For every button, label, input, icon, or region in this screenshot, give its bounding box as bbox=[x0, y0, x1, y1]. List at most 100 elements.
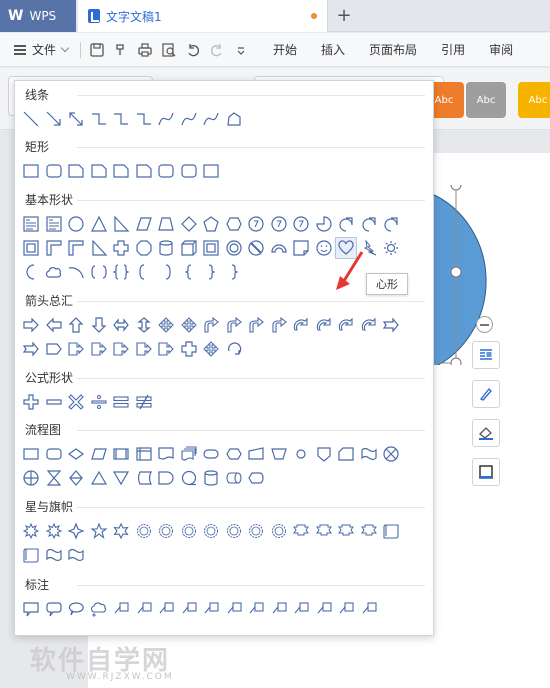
arrowUD-shape-icon[interactable] bbox=[134, 315, 154, 335]
arrowNotch-shape-icon[interactable] bbox=[381, 315, 401, 335]
fcDirect-shape-icon[interactable] bbox=[224, 468, 244, 488]
star5-shape-icon[interactable] bbox=[89, 521, 109, 541]
rbracket-shape-icon[interactable] bbox=[156, 262, 176, 282]
fcStored-shape-icon[interactable] bbox=[134, 468, 154, 488]
ribbon-shape-icon[interactable] bbox=[291, 521, 311, 541]
fcDecision-shape-icon[interactable] bbox=[66, 444, 86, 464]
callOval-shape-icon[interactable] bbox=[66, 599, 86, 619]
plus-shape-icon[interactable] bbox=[179, 339, 199, 359]
calloutArrow-shape-icon[interactable] bbox=[156, 339, 176, 359]
border-style-button[interactable] bbox=[472, 458, 500, 486]
lbrace-shape-icon[interactable] bbox=[179, 262, 199, 282]
can-shape-icon[interactable] bbox=[156, 238, 176, 258]
roundrect-shape-icon[interactable] bbox=[179, 161, 199, 181]
scroll-shape-icon[interactable] bbox=[381, 521, 401, 541]
burst-shape-icon[interactable] bbox=[21, 521, 41, 541]
neqMath-shape-icon[interactable] bbox=[134, 392, 154, 412]
ribbon-tab-4[interactable]: 审阅 bbox=[477, 33, 525, 66]
multMath-shape-icon[interactable] bbox=[66, 392, 86, 412]
roundrect-shape-icon[interactable] bbox=[156, 161, 176, 181]
fcOffpage-shape-icon[interactable] bbox=[314, 444, 334, 464]
fcData-shape-icon[interactable] bbox=[89, 444, 109, 464]
callLine-shape-icon[interactable] bbox=[359, 599, 379, 619]
fcTerm-shape-icon[interactable] bbox=[201, 444, 221, 464]
calloutArrow-shape-icon[interactable] bbox=[89, 339, 109, 359]
redo-button[interactable] bbox=[205, 38, 229, 62]
starN-shape-icon[interactable] bbox=[179, 521, 199, 541]
fill-style-button[interactable] bbox=[472, 419, 500, 447]
elbow-shape-icon[interactable] bbox=[111, 109, 131, 129]
fcConnector-shape-icon[interactable] bbox=[291, 444, 311, 464]
minusMath-shape-icon[interactable] bbox=[44, 392, 64, 412]
arrowQuad-shape-icon[interactable] bbox=[156, 315, 176, 335]
fcTape-shape-icon[interactable] bbox=[359, 444, 379, 464]
arc-shape-icon[interactable] bbox=[269, 238, 289, 258]
callLine-shape-icon[interactable] bbox=[246, 599, 266, 619]
nosym-shape-icon[interactable] bbox=[246, 238, 266, 258]
save-button[interactable] bbox=[85, 38, 109, 62]
ribbon-tab-0[interactable]: 开始 bbox=[261, 33, 309, 66]
snip-shape-icon[interactable] bbox=[66, 161, 86, 181]
callLine-shape-icon[interactable] bbox=[269, 599, 289, 619]
arrowBent-shape-icon[interactable] bbox=[224, 315, 244, 335]
moon-shape-icon[interactable] bbox=[21, 262, 41, 282]
starN-shape-icon[interactable] bbox=[246, 521, 266, 541]
folded-shape-icon[interactable] bbox=[291, 238, 311, 258]
arrowCurved-shape-icon[interactable] bbox=[291, 315, 311, 335]
rtriangle-shape-icon[interactable] bbox=[89, 238, 109, 258]
fcSeqStorage-shape-icon[interactable] bbox=[179, 468, 199, 488]
format-painter-button[interactable] bbox=[109, 38, 133, 62]
cloud-shape-icon[interactable] bbox=[44, 262, 64, 282]
burst-shape-icon[interactable] bbox=[44, 521, 64, 541]
layout-options-button[interactable] bbox=[472, 341, 500, 369]
wave-shape-icon[interactable] bbox=[66, 545, 86, 565]
trapezoid-shape-icon[interactable] bbox=[156, 214, 176, 234]
document-tab[interactable]: 文字文稿1 bbox=[78, 0, 328, 32]
star6-shape-icon[interactable] bbox=[111, 521, 131, 541]
num-shape-icon[interactable] bbox=[291, 214, 311, 234]
callLine-shape-icon[interactable] bbox=[134, 599, 154, 619]
undo-button[interactable] bbox=[181, 38, 205, 62]
teardrop-shape-icon[interactable] bbox=[336, 214, 356, 234]
dblarrow-shape-icon[interactable] bbox=[66, 109, 86, 129]
arrowCurved-shape-icon[interactable] bbox=[336, 315, 356, 335]
calloutArrow-shape-icon[interactable] bbox=[134, 339, 154, 359]
callLine-shape-icon[interactable] bbox=[156, 599, 176, 619]
callRect-shape-icon[interactable] bbox=[21, 599, 41, 619]
starN-shape-icon[interactable] bbox=[156, 521, 176, 541]
fcPredef-shape-icon[interactable] bbox=[111, 444, 131, 464]
lshape-shape-icon[interactable] bbox=[44, 238, 64, 258]
starN-shape-icon[interactable] bbox=[201, 521, 221, 541]
fcSumming-shape-icon[interactable] bbox=[381, 444, 401, 464]
starN-shape-icon[interactable] bbox=[269, 521, 289, 541]
parallelogram-shape-icon[interactable] bbox=[134, 214, 154, 234]
curve-shape-icon[interactable] bbox=[201, 109, 221, 129]
pie-shape-icon[interactable] bbox=[314, 214, 334, 234]
callLine-shape-icon[interactable] bbox=[201, 599, 221, 619]
smiley-shape-icon[interactable] bbox=[314, 238, 334, 258]
num-shape-icon[interactable] bbox=[246, 214, 266, 234]
ribbon-tab-2[interactable]: 页面布局 bbox=[357, 33, 429, 66]
plus-shape-icon[interactable] bbox=[111, 238, 131, 258]
fcOr-shape-icon[interactable] bbox=[21, 468, 41, 488]
arrowQuad-shape-icon[interactable] bbox=[179, 315, 199, 335]
snip-shape-icon[interactable] bbox=[89, 161, 109, 181]
arrowCurved-shape-icon[interactable] bbox=[314, 315, 334, 335]
circArrow-shape-icon[interactable] bbox=[224, 339, 244, 359]
fcCard-shape-icon[interactable] bbox=[336, 444, 356, 464]
fcMagDisk-shape-icon[interactable] bbox=[201, 468, 221, 488]
line-shape-icon[interactable] bbox=[21, 109, 41, 129]
lshape-shape-icon[interactable] bbox=[66, 238, 86, 258]
ribbon-shape-icon[interactable] bbox=[336, 521, 356, 541]
arrowL-shape-icon[interactable] bbox=[44, 315, 64, 335]
callLine-shape-icon[interactable] bbox=[291, 599, 311, 619]
callCloud-shape-icon[interactable] bbox=[89, 599, 109, 619]
circle-shape-icon[interactable] bbox=[66, 214, 86, 234]
style-swatch-2[interactable]: Abc bbox=[518, 82, 550, 118]
brackets-shape-icon[interactable] bbox=[89, 262, 109, 282]
collapse-tools-button[interactable] bbox=[476, 316, 493, 333]
arrowBent-shape-icon[interactable] bbox=[269, 315, 289, 335]
divMath-shape-icon[interactable] bbox=[89, 392, 109, 412]
rect-shape-icon[interactable] bbox=[21, 161, 41, 181]
rbrace-shape-icon[interactable] bbox=[224, 262, 244, 282]
